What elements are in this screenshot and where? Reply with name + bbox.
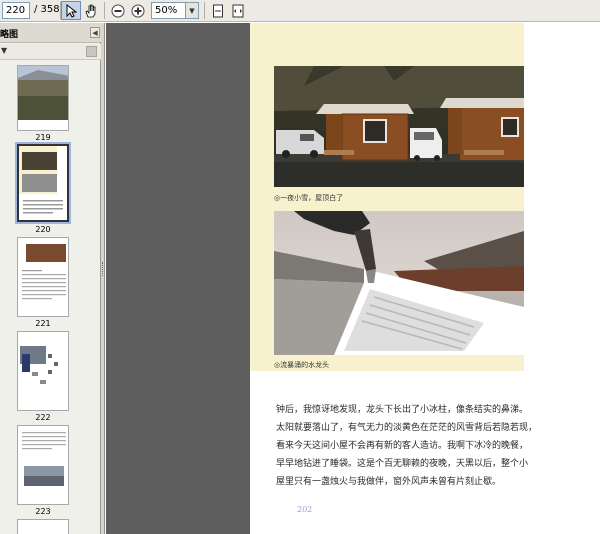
fit-width-icon — [232, 4, 244, 17]
thumbnail-label: 219 — [35, 133, 51, 142]
body-line: 早早地钻进了睡袋。这是个百无聊赖的夜晚，天黑以后，整个小 — [276, 459, 529, 469]
page-thumbnail-selected[interactable] — [17, 144, 69, 222]
hand-tool-button[interactable] — [81, 1, 101, 20]
thumbnail-preview — [18, 332, 68, 410]
thumbnail-label: 222 — [35, 413, 51, 422]
hand-tool-icon — [85, 4, 96, 17]
zoom-in-button[interactable] — [128, 1, 148, 20]
page-thumbnail[interactable] — [17, 519, 69, 534]
page-thumbnail[interactable] — [17, 65, 69, 131]
thumbnail-preview — [19, 146, 67, 220]
thumbnail-preview — [18, 426, 68, 504]
collapse-panel-button[interactable]: ◀ — [90, 27, 100, 38]
document-viewport[interactable]: ◎一夜小雪，屋顶白了 ◎流暴涌的水龙头 钟后，我惊讶地发现，龙头下长出了小冰柱，… — [106, 23, 600, 534]
trash-icon[interactable] — [86, 46, 97, 57]
zoom-level-input[interactable] — [151, 2, 186, 19]
toolbar-separator — [204, 2, 205, 19]
photo-caption-1: ◎一夜小雪，屋顶白了 — [274, 194, 344, 202]
thumbnail-label: 221 — [35, 319, 51, 328]
zoom-dropdown-button[interactable]: ▼ — [186, 2, 199, 19]
body-line: 钟后，我惊讶地发现，龙头下长出了小冰柱，像条结实的鼻涕。 — [276, 405, 529, 415]
fit-page-button[interactable] — [208, 1, 228, 20]
thumbnails-panel: 略图 ◀ ▼ 219 220 221 222 223 — [0, 23, 101, 534]
toolbar-separator — [104, 2, 105, 19]
zoom-out-icon — [111, 4, 125, 17]
page-thumbnail[interactable] — [17, 425, 69, 505]
document-page: ◎一夜小雪，屋顶白了 ◎流暴涌的水龙头 钟后，我惊讶地发现，龙头下长出了小冰柱，… — [250, 23, 600, 534]
thumbnail-preview — [18, 66, 68, 130]
body-line: 屋里只有一盏烛火与我做伴，窗外风声未曾有片刻止歇。 — [276, 477, 502, 487]
photo-caption-2: ◎流暴涌的水龙头 — [274, 361, 330, 369]
select-arrow-icon — [66, 3, 77, 18]
select-tool-button[interactable] — [61, 1, 81, 20]
page-thumbnail[interactable] — [17, 237, 69, 317]
page-number-input[interactable] — [2, 2, 30, 19]
panel-splitter[interactable] — [101, 23, 105, 534]
page-number: 202 — [297, 505, 313, 514]
fit-page-icon — [213, 4, 223, 17]
zoom-out-button[interactable] — [108, 1, 128, 20]
panel-header: 略图 ◀ — [0, 23, 101, 43]
toolbar: / 358 ▼ — [0, 0, 600, 22]
fit-width-button[interactable] — [228, 1, 248, 20]
cabins-photo — [274, 66, 524, 187]
panel-title: 略图 — [0, 30, 19, 40]
body-line: 看来今天这间小屋不会再有新的客人造访。我啊下冰冷的晚餐， — [276, 441, 529, 451]
thumbnail-label: 220 — [35, 225, 51, 234]
splitter-grip-icon[interactable] — [102, 262, 104, 276]
chevron-down-icon: ▼ — [189, 6, 195, 15]
panel-options-bar: ▼ — [0, 44, 101, 60]
chevron-left-icon: ◀ — [92, 28, 98, 37]
total-pages-label: / 358 — [34, 4, 60, 15]
options-dropdown-icon[interactable]: ▼ — [1, 46, 7, 55]
zoom-in-icon — [131, 4, 145, 17]
thumbnail-preview — [18, 238, 68, 316]
frozen-tap-photo — [274, 211, 524, 355]
thumbnail-label: 223 — [35, 507, 51, 516]
page-thumbnail[interactable] — [17, 331, 69, 411]
body-text: 钟后，我惊讶地发现，龙头下长出了小冰柱，像条结实的鼻涕。 太阳就要落山了，有气无… — [276, 401, 581, 491]
body-line: 太阳就要落山了，有气无力的淡黄色在茫茫的风雪背后若隐若现， — [276, 423, 538, 433]
